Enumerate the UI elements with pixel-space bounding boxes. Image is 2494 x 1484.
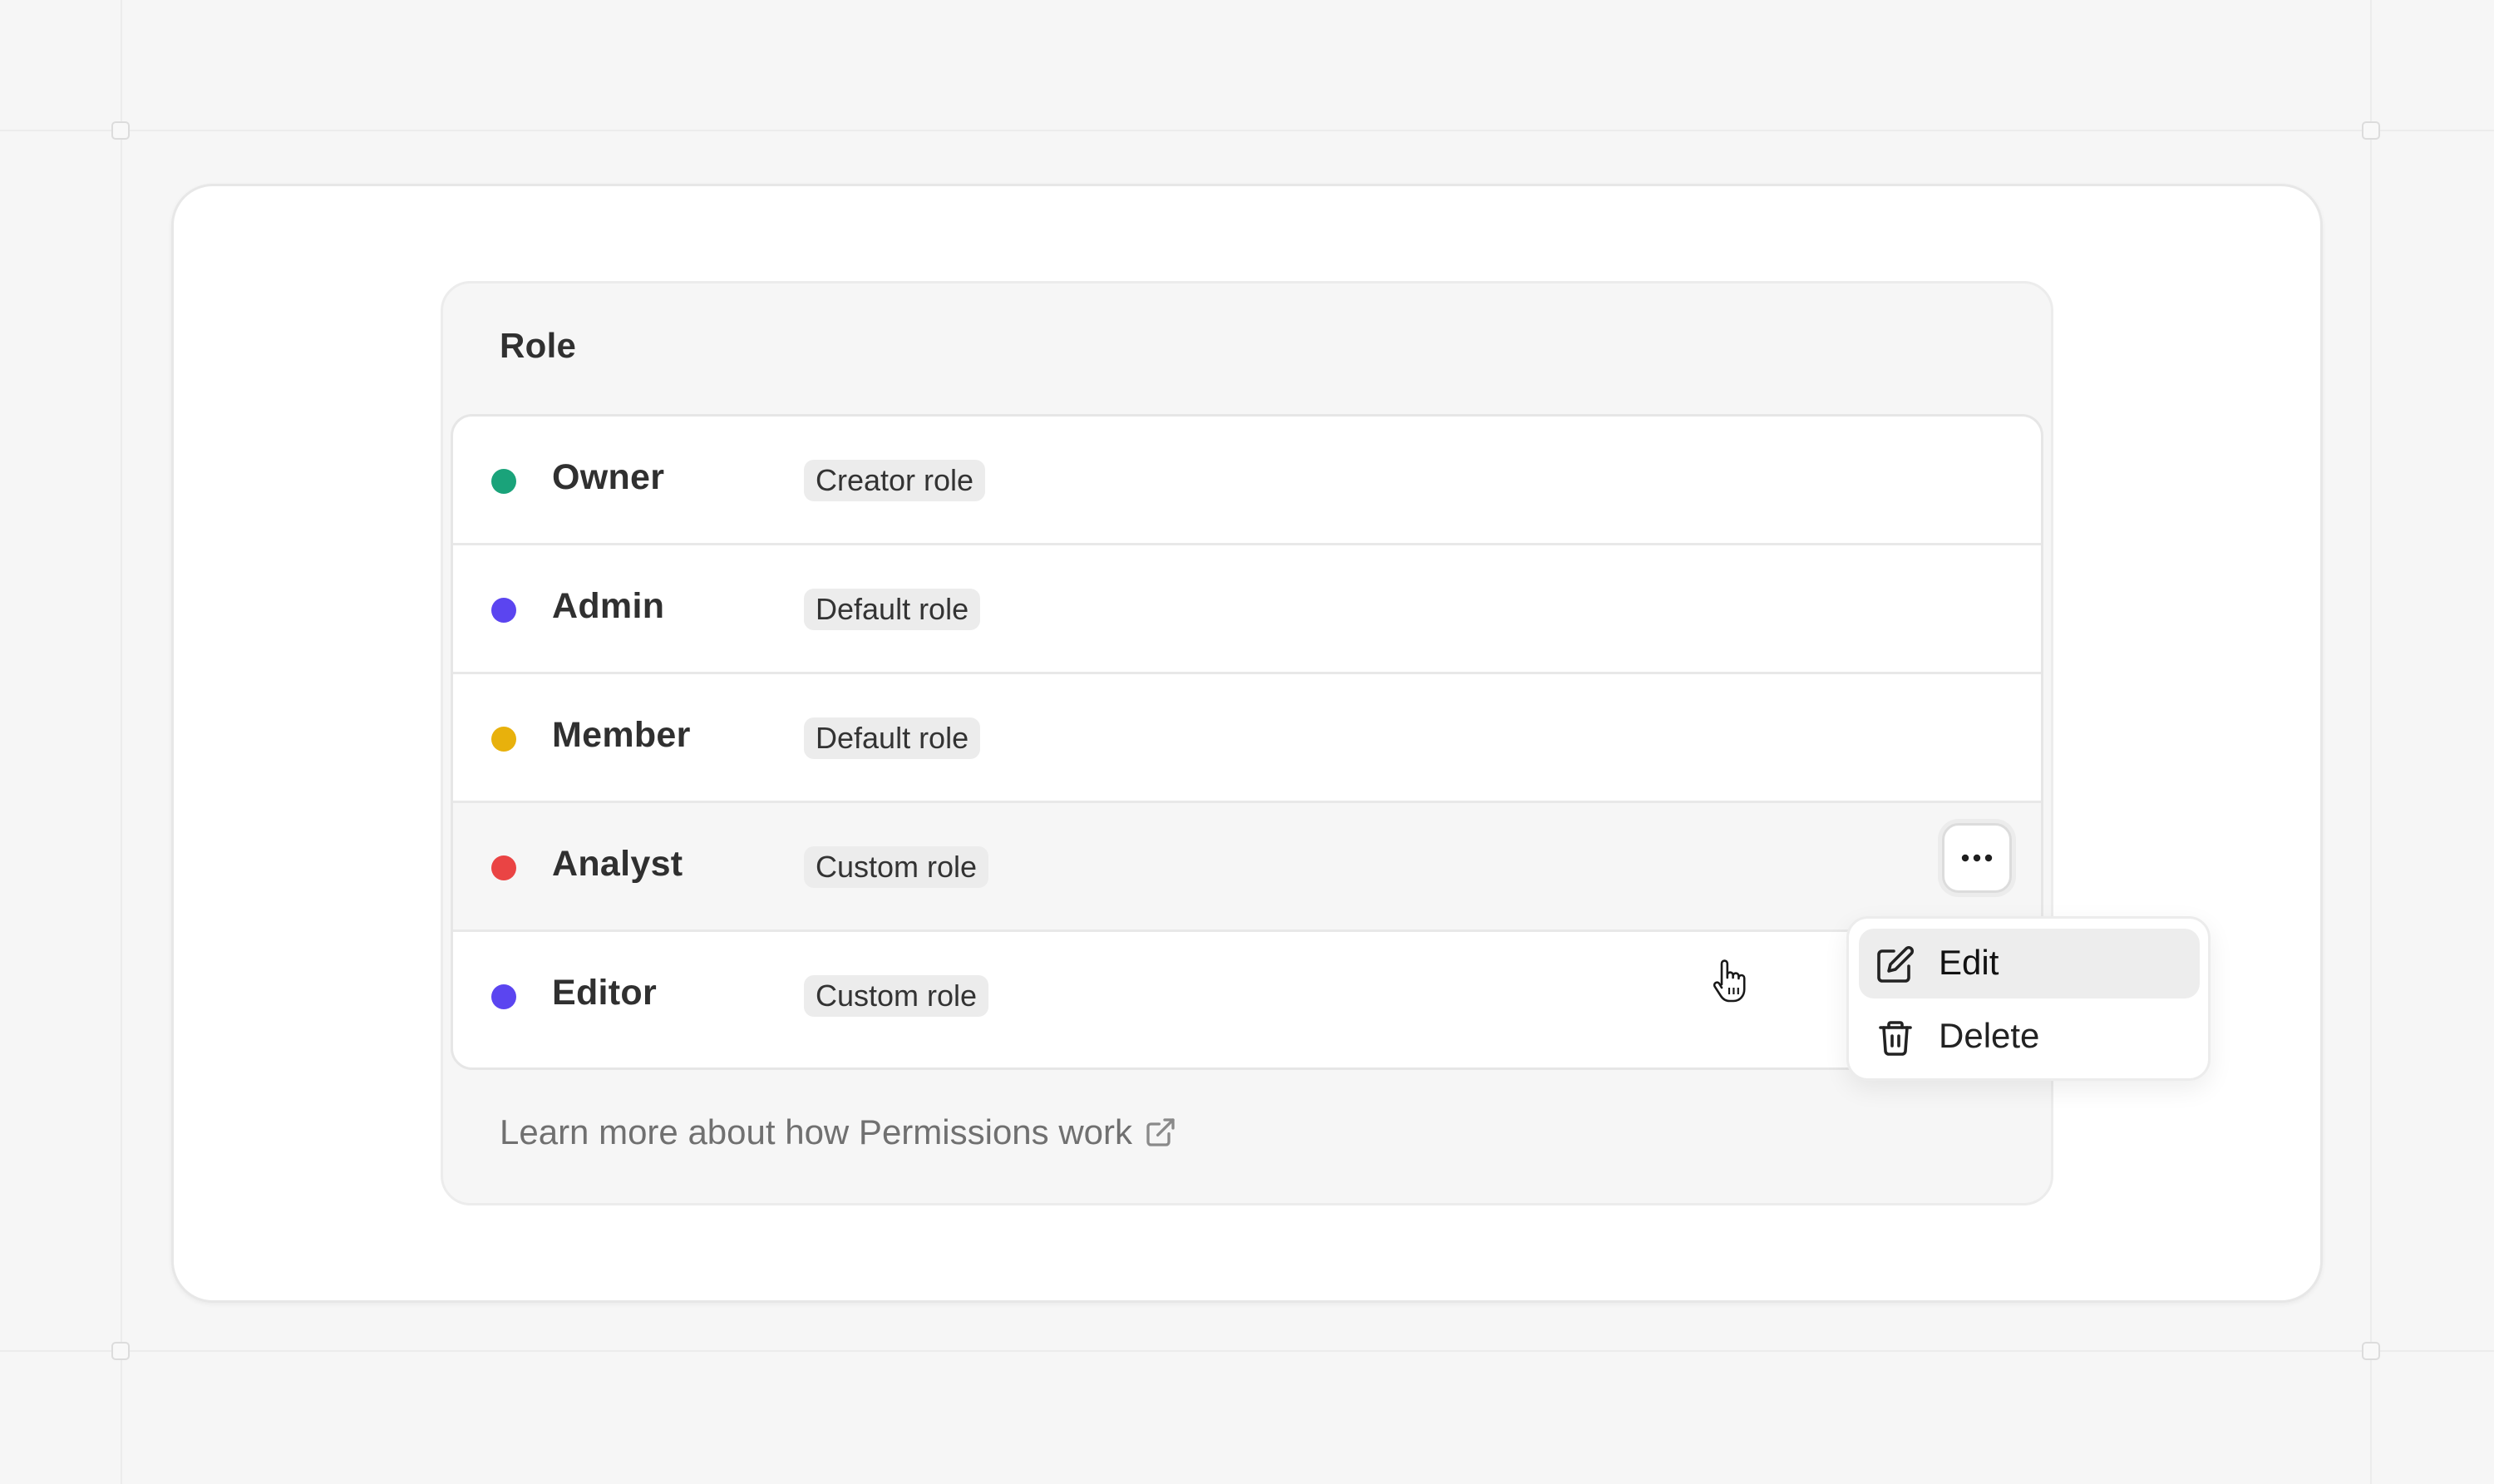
external-link-icon	[1146, 1118, 1175, 1146]
role-color-dot	[491, 469, 516, 494]
role-name: Owner	[552, 457, 665, 497]
role-row-admin[interactable]: Admin Default role	[453, 545, 2041, 674]
edit-icon	[1877, 945, 1915, 983]
role-type-badge: Custom role	[804, 846, 989, 888]
role-name: Editor	[552, 973, 658, 1013]
learn-more-text: Learn more about how Permissions work	[500, 1112, 1133, 1151]
guide-line-bottom	[0, 1350, 2494, 1352]
menu-item-edit[interactable]: Edit	[1859, 929, 2200, 998]
roles-list: Owner Creator role Admin Default role Me…	[451, 414, 2043, 1070]
role-row-editor[interactable]: Editor Custom role	[453, 932, 2041, 1061]
menu-item-label: Edit	[1939, 943, 1999, 982]
panel-header: Role	[500, 326, 577, 365]
role-type-badge: Custom role	[804, 975, 989, 1017]
menu-item-label: Delete	[1939, 1016, 2040, 1055]
learn-more-link[interactable]: Learn more about how Permissions work	[500, 1109, 1177, 1156]
role-type-badge: Default role	[804, 717, 981, 759]
role-type-badge: Default role	[804, 589, 981, 630]
role-color-dot	[491, 727, 516, 752]
role-type-badge: Creator role	[804, 460, 986, 501]
more-options-button[interactable]	[1942, 823, 2012, 893]
role-name: Member	[552, 715, 691, 755]
guide-line-top	[0, 130, 2494, 131]
guide-line-left	[121, 0, 122, 1484]
role-color-dot	[491, 984, 516, 1009]
role-color-dot	[491, 855, 516, 880]
trash-icon	[1879, 1021, 1912, 1056]
role-row-member[interactable]: Member Default role	[453, 674, 2041, 803]
role-row-analyst[interactable]: Analyst Custom role	[453, 803, 2041, 932]
role-name: Admin	[552, 586, 665, 626]
role-row-owner[interactable]: Owner Creator role	[453, 417, 2041, 545]
role-color-dot	[491, 598, 516, 623]
ellipsis-icon	[1961, 854, 1993, 862]
corner-handle	[2362, 1342, 2380, 1360]
corner-handle	[111, 121, 130, 140]
guide-line-right	[2370, 0, 2372, 1484]
context-menu: Edit Delete	[1846, 916, 2211, 1081]
corner-handle	[2362, 121, 2380, 140]
corner-handle	[111, 1342, 130, 1360]
role-name: Analyst	[552, 844, 683, 884]
hand-pointer-icon	[1713, 959, 1746, 1003]
menu-item-delete[interactable]: Delete	[1859, 1002, 2200, 1072]
